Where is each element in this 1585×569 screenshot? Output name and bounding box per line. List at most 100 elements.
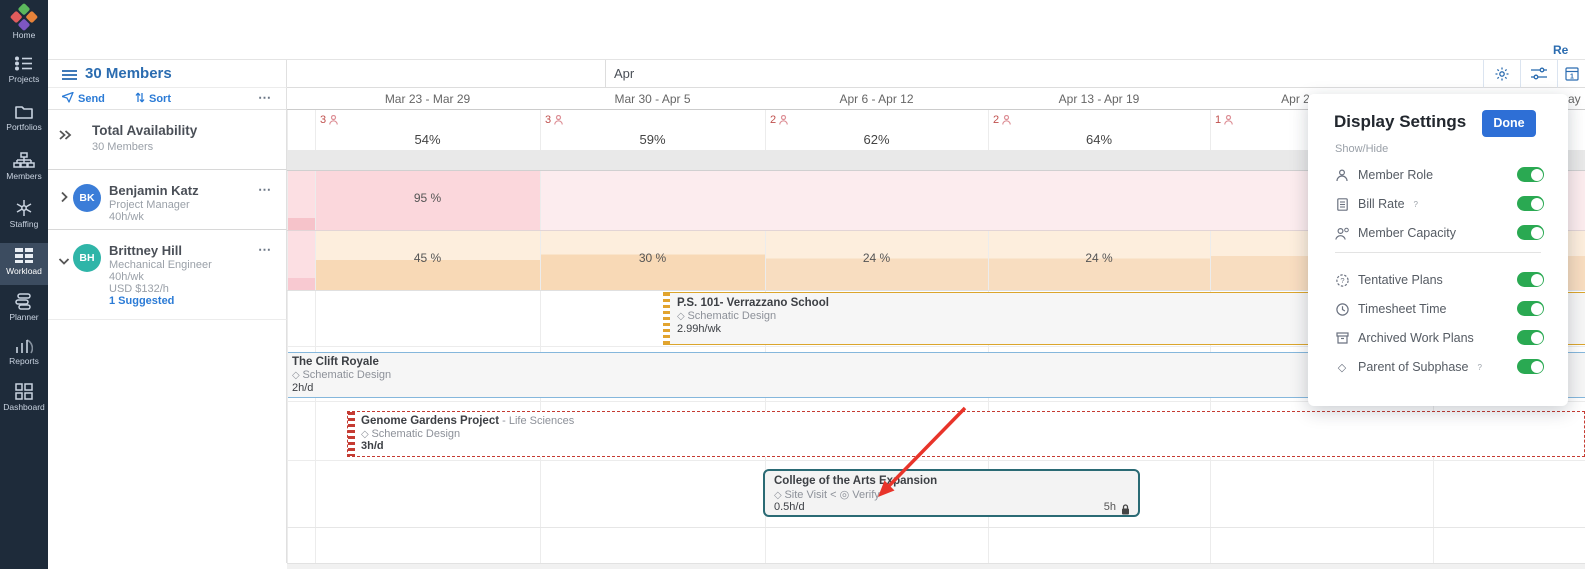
app-logo-icon xyxy=(8,1,39,32)
send-icon xyxy=(62,92,74,106)
member-role: Mechanical Engineer xyxy=(109,259,212,271)
toggle-row-tentative-plans[interactable]: ? Tentative Plans xyxy=(1335,270,1545,290)
horizontal-scrollbar[interactable] xyxy=(287,563,1585,569)
person-icon xyxy=(779,115,788,125)
timesheet-time-icon xyxy=(1335,303,1349,316)
sidebar-item-workload[interactable]: Workload xyxy=(0,243,48,285)
done-button[interactable]: Done xyxy=(1482,110,1536,137)
week-header: Mar 23 - Mar 29 xyxy=(315,92,540,110)
reset-link[interactable]: Re xyxy=(1553,43,1568,57)
month-header-row xyxy=(287,60,1585,88)
sidebar-item-dashboard[interactable]: Dashboard xyxy=(0,383,48,419)
toggle-row-member-capacity[interactable]: Member Capacity xyxy=(1335,223,1545,243)
member-list-menu-icon[interactable] xyxy=(62,68,77,86)
sidebar-item-home[interactable]: Home xyxy=(0,4,48,46)
help-icon: ? xyxy=(1414,200,1418,209)
sidebar-item-projects[interactable]: Projects xyxy=(0,55,48,91)
member-name: Benjamin Katz xyxy=(109,183,199,198)
parent-of-subphase-toggle[interactable] xyxy=(1517,359,1544,374)
panel-title: Display Settings xyxy=(1334,112,1466,132)
week-header: Mar 30 - Apr 5 xyxy=(540,92,765,110)
show-hide-label: Show/Hide xyxy=(1335,143,1388,155)
utilization-value: 24 % xyxy=(988,251,1210,265)
gear-icon xyxy=(1494,66,1510,82)
grid-settings-button[interactable] xyxy=(1483,60,1520,88)
member-more-button[interactable]: ⋯ xyxy=(258,182,272,198)
sidebar-item-label: Projects xyxy=(0,74,48,84)
avatar[interactable]: BH xyxy=(73,244,101,272)
total-availability-row[interactable]: Total Availability 30 Members xyxy=(48,110,287,170)
toggle-row-parent-of-subphase[interactable]: ◇ Parent of Subphase ? xyxy=(1335,357,1545,377)
availability-percent: 64% xyxy=(988,132,1210,147)
plan-title: The Clift Royale xyxy=(292,356,379,368)
week-header-partial: ay xyxy=(1568,92,1585,110)
member-capacity-toggle[interactable] xyxy=(1517,225,1544,240)
member-row-benjamin[interactable]: BK Benjamin Katz Project Manager 40h/wk … xyxy=(48,170,287,230)
overbooked-count: 2 xyxy=(993,114,1011,126)
toggle-row-archived-work-plans[interactable]: Archived Work Plans xyxy=(1335,328,1545,348)
suggested-link[interactable]: 1 Suggested xyxy=(109,295,174,307)
member-row-brittney[interactable]: BH Brittney Hill Mechanical Engineer 40h… xyxy=(48,230,287,320)
verify-circle-icon: ◎ xyxy=(840,489,853,501)
tentative-plans-icon: ? xyxy=(1335,274,1349,287)
timesheet-time-toggle[interactable] xyxy=(1517,301,1544,316)
chevron-down-icon[interactable] xyxy=(58,252,70,270)
sidebar-item-reports[interactable]: Reports xyxy=(0,337,48,373)
sidebar-item-planner[interactable]: Planner xyxy=(0,293,48,329)
reports-icon xyxy=(0,337,48,354)
plan-bar-college-arts[interactable]: College of the Arts Expansion ◇ Site Vis… xyxy=(763,469,1140,517)
sidebar-item-label: Planner xyxy=(0,312,48,322)
sidebar-item-staffing[interactable]: Staffing xyxy=(0,199,48,235)
plan-total-hours: 5h xyxy=(1104,501,1116,513)
sidebar-item-label: Members xyxy=(0,171,48,181)
member-more-button[interactable]: ⋯ xyxy=(258,242,272,258)
utilization-value: 95 % xyxy=(315,191,540,205)
svg-text:1: 1 xyxy=(1570,74,1574,81)
plan-phase: ◇ Schematic Design xyxy=(677,310,776,322)
plan-hours: 2.99h/wk xyxy=(677,323,721,335)
toggle-row-timesheet-time[interactable]: Timesheet Time xyxy=(1335,299,1545,319)
archived-work-plans-toggle[interactable] xyxy=(1517,330,1544,345)
member-role-toggle[interactable] xyxy=(1517,167,1544,182)
utilization-value: 45 % xyxy=(315,251,540,265)
parent-of-subphase-icon: ◇ xyxy=(1335,361,1349,374)
display-settings-button[interactable] xyxy=(1520,60,1557,88)
plan-phase: ◇ Schematic Design xyxy=(292,369,391,381)
avatar[interactable]: BK xyxy=(73,184,101,212)
date-jump-button[interactable]: 1 xyxy=(1557,60,1585,88)
members-more-button[interactable]: ⋯ xyxy=(258,90,272,106)
plan-bar-genome-gardens[interactable]: Genome Gardens Project - Life Sciences ◇… xyxy=(347,411,1585,457)
svg-text:?: ? xyxy=(1340,276,1344,285)
person-icon xyxy=(1224,115,1233,125)
toggle-row-member-role[interactable]: Member Role xyxy=(1335,165,1545,185)
sort-icon xyxy=(135,92,145,106)
planner-icon xyxy=(0,293,48,310)
expand-all-icon[interactable] xyxy=(58,128,72,146)
grid-left-border xyxy=(287,60,288,563)
bill-rate-toggle[interactable] xyxy=(1517,196,1544,211)
tentative-stripe xyxy=(348,412,355,456)
calendar-icon: 1 xyxy=(1565,66,1579,81)
chevron-right-icon[interactable] xyxy=(60,190,68,208)
availability-percent: 62% xyxy=(765,132,988,147)
tentative-plans-toggle[interactable] xyxy=(1517,272,1544,287)
plan-hours: 3h/d xyxy=(361,440,384,452)
member-name: Brittney Hill xyxy=(109,243,182,258)
tentative-stripe xyxy=(663,293,670,344)
toggle-row-bill-rate[interactable]: Bill Rate ? xyxy=(1335,194,1545,214)
plan-title: College of the Arts Expansion xyxy=(774,475,937,487)
dashboard-icon xyxy=(0,383,48,400)
lock-icon xyxy=(1121,502,1130,520)
sort-button[interactable]: Sort xyxy=(135,92,171,106)
sidebar-item-members[interactable]: Members xyxy=(0,152,48,188)
utilization-value: 24 % xyxy=(765,251,988,265)
sidebar-item-label: Workload xyxy=(0,266,48,276)
plan-hours: 2h/d xyxy=(292,382,313,394)
workload-icon xyxy=(0,247,48,264)
sidebar-item-portfolios[interactable]: Portfolios xyxy=(0,104,48,140)
member-role: Project Manager xyxy=(109,199,190,211)
members-count-title[interactable]: 30 Members xyxy=(85,65,172,82)
projects-icon xyxy=(0,55,48,72)
help-icon: ? xyxy=(1478,363,1482,372)
send-button[interactable]: Send xyxy=(62,92,105,106)
